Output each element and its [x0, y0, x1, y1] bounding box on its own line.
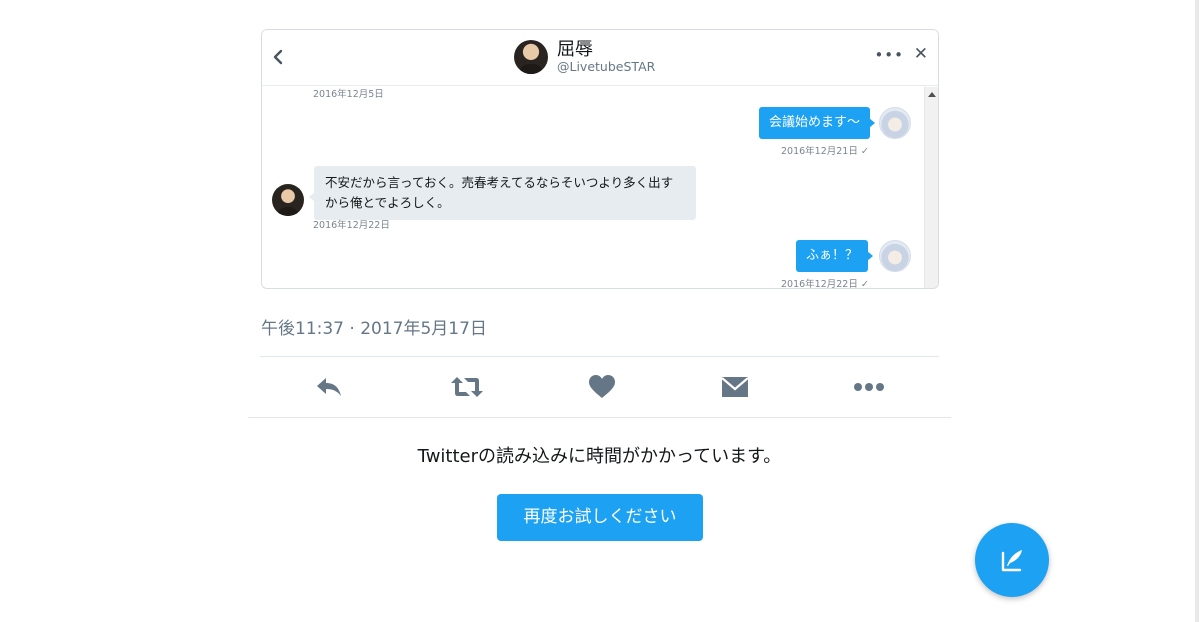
message-timestamp: 2016年12月5日 [313, 89, 384, 100]
message-timestamp: 2016年12月22日 ✓ [781, 279, 869, 289]
page-scrollbar[interactable] [1195, 0, 1199, 622]
more-horizontal-icon: ••• [874, 46, 904, 64]
compose-feather-icon [1001, 550, 1022, 572]
compose-tweet-button[interactable] [975, 523, 1049, 597]
contact-name: 屈辱 [557, 39, 593, 60]
direct-message-icon[interactable] [720, 373, 750, 401]
tweet-action-bar [260, 357, 939, 417]
divider [248, 417, 951, 418]
more-icon[interactable] [852, 373, 886, 401]
reply-icon[interactable] [314, 373, 344, 401]
chevron-left-icon [268, 45, 288, 69]
retweet-icon[interactable] [450, 373, 484, 401]
close-icon: ✕ [913, 44, 928, 64]
dm-header: 屈辱 @LivetubeSTAR ••• ✕ [262, 30, 938, 86]
dm-scrollbar [924, 87, 938, 288]
message-text-line: から俺とでよろしく。 [325, 195, 450, 210]
like-icon[interactable] [587, 373, 617, 401]
message-timestamp: 2016年12月21日 ✓ [781, 146, 869, 157]
tweet-timestamp[interactable]: 午後11:37 · 2017年5月17日 [261, 314, 487, 339]
message-bubble-sent: ふぁ！？ [796, 240, 874, 272]
user-avatar [879, 240, 911, 272]
message-bubble-sent: 会議始めます～ [759, 107, 876, 139]
message-bubble-received: 不安だから言っておく。売春考えてるならそいつより多く出す から俺とでよろしく。 [309, 166, 696, 220]
contact-avatar [514, 40, 548, 74]
loading-message: Twitterの読み込みに時間がかかっています。 [417, 446, 782, 467]
contact-avatar-small [272, 184, 304, 216]
message-timestamp: 2016年12月22日 [313, 220, 390, 231]
retry-button[interactable]: 再度お試しください [497, 494, 703, 541]
embedded-dm-screenshot: 屈辱 @LivetubeSTAR ••• ✕ 2016年12月5日 会議始めます… [261, 29, 939, 289]
message-text-line: 不安だから言っておく。売春考えてるならそいつより多く出す [325, 175, 674, 190]
user-avatar [879, 107, 911, 139]
contact-handle: @LivetubeSTAR [557, 59, 656, 74]
